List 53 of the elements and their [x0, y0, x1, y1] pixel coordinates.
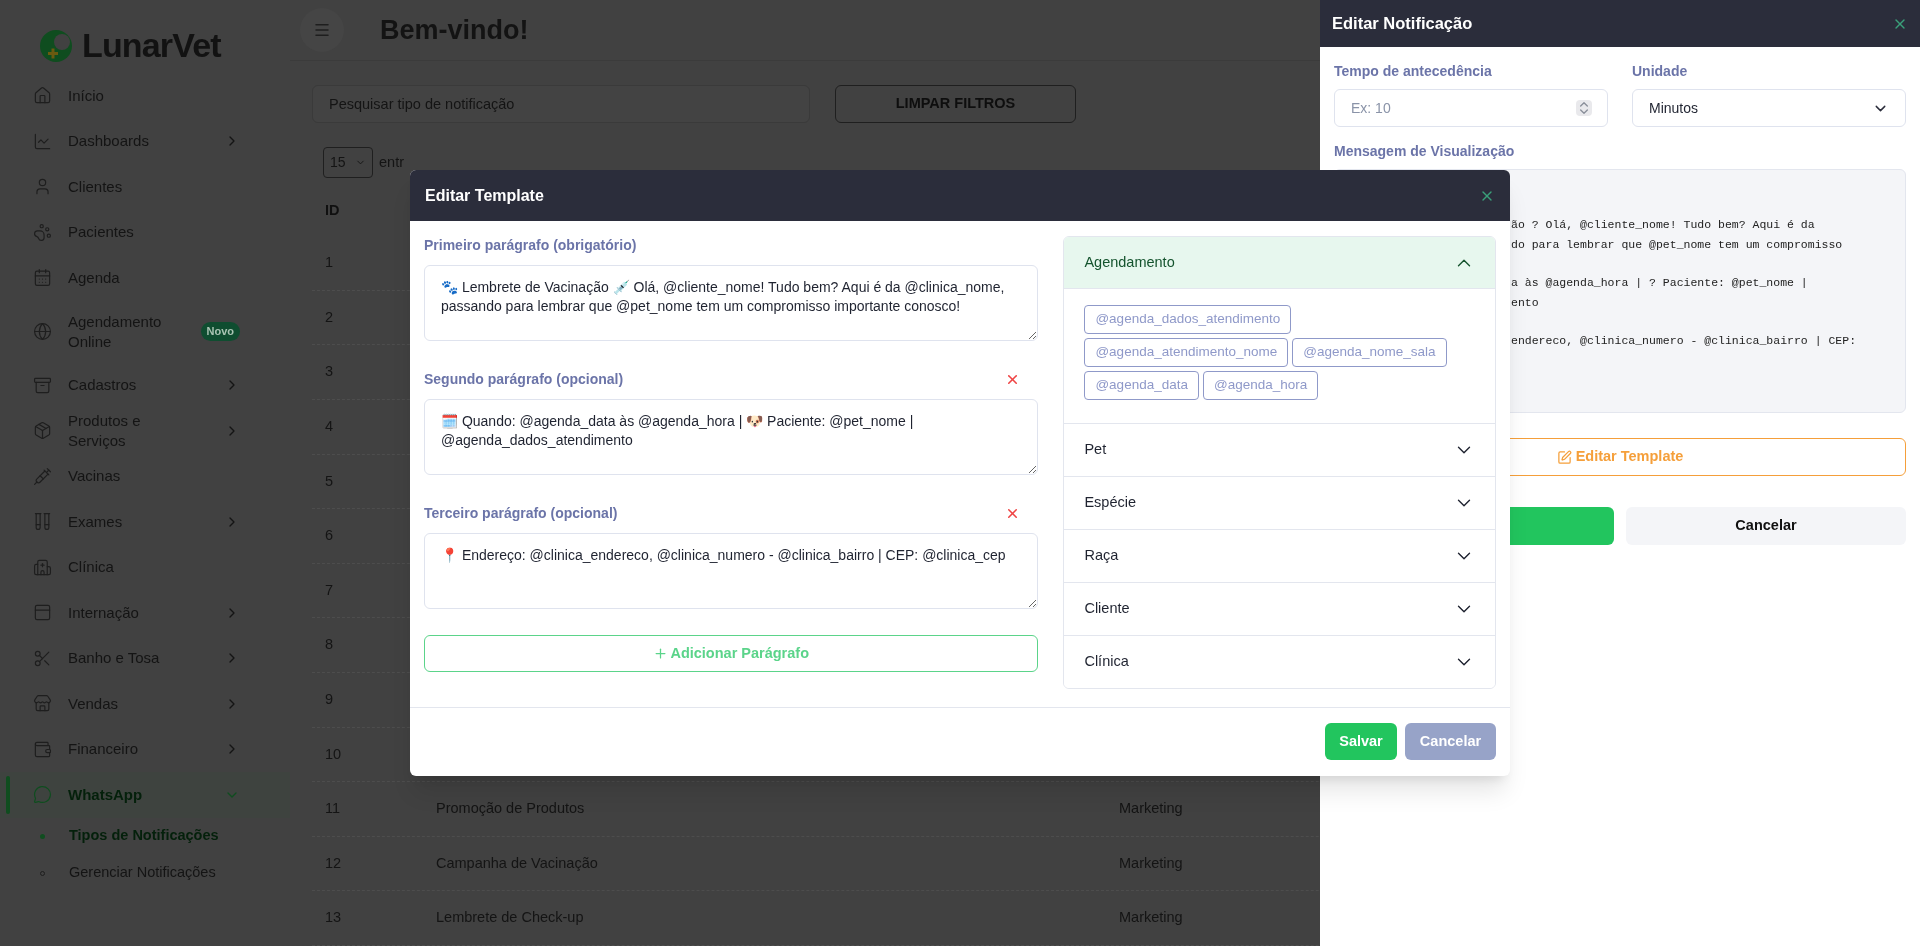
field-label: Unidade: [1632, 62, 1689, 81]
unit-select[interactable]: Minutos: [1632, 89, 1906, 127]
paragraph-textarea[interactable]: 🐾 Lembrete de Vacinação 💉 Olá, @cliente_nome! Tudo bem? Aqui é da @clinica_nome, passando para lembrar que @pet_nome tem um compromisso importante conosco!: [424, 265, 1039, 341]
window-icon: [33, 603, 52, 623]
preview-text: endereco, @clinica_numero - @clinica_bairro | CEP:: [1511, 333, 1858, 349]
cancel-button[interactable]: Cancelar: [1405, 723, 1496, 760]
paragraph-label: Primeiro parágrafo (obrigatório): [424, 235, 637, 255]
paragraph-label: Terceiro parágrafo (opcional): [424, 503, 618, 523]
globe-icon: [33, 322, 52, 341]
logo-icon: [38, 27, 74, 64]
field-label: Tempo de antecedência: [1334, 62, 1493, 81]
archive-box-icon: [33, 375, 52, 395]
panel-title: Editar Notificação: [1332, 13, 1473, 35]
new-badge: Novo: [200, 322, 240, 341]
paragraph-label: Segundo parágrafo (opcional): [424, 369, 624, 389]
hospital-icon: [33, 557, 52, 577]
chat-bubble-icon: [33, 785, 52, 805]
stepper-icon[interactable]: [1576, 100, 1592, 116]
save-button[interactable]: Salvar: [1325, 723, 1397, 760]
field-label: Mensagem de Visualização: [1334, 142, 1516, 161]
wallet-icon: [33, 739, 52, 759]
variable-tag[interactable]: @agenda_atendimento_nome: [1084, 338, 1289, 367]
bullet-icon: [40, 833, 45, 839]
number-field[interactable]: Ex: 10: [1334, 89, 1608, 127]
plus-icon: [653, 646, 669, 661]
variable-tag[interactable]: @agenda_dados_atendimento: [1084, 305, 1292, 334]
cancel-button[interactable]: Cancelar: [1626, 507, 1906, 545]
package-icon: [33, 421, 52, 441]
preview-text: ão ? Olá, @cliente_nome! Tudo bem? Aqui é da: [1511, 217, 1816, 233]
accordion-header[interactable]: Agendamento: [1064, 237, 1495, 289]
dialog-title: Editar Template: [425, 185, 544, 206]
person-icon: [33, 177, 52, 197]
sidebar-label: WhatsApp: [68, 784, 144, 805]
store-icon: [33, 694, 52, 714]
add-paragraph-button[interactable]: Adicionar Parágrafo: [424, 635, 1039, 672]
test-tubes-icon: [33, 512, 52, 532]
house-icon: [33, 86, 52, 106]
variable-tag[interactable]: @agenda_nome_sala: [1292, 338, 1447, 367]
calendar-icon: [33, 268, 52, 288]
paragraph-textarea[interactable]: 📍 Endereço: @clinica_endereco, @clinica_numero - @clinica_bairro | CEP: @clinica_cep: [424, 533, 1039, 609]
scissors-icon: [33, 648, 52, 668]
variable-tag[interactable]: @agenda_data: [1084, 371, 1199, 400]
paragraph-textarea[interactable]: 🗓 Quando: @agenda_data às @agenda_hora | 🐶 Paciente: @pet_nome | @agenda_dados_atendimento: [424, 399, 1039, 475]
preview-text: a às @agenda_hora | ? Paciente: @pet_nome |: [1511, 275, 1809, 291]
preview-text: ento: [1511, 294, 1540, 311]
submenu-item[interactable]: Tipos de Notificações: [0, 817, 290, 855]
submenu-label: Tipos de Notificações: [69, 826, 219, 846]
chart-icon: [33, 131, 52, 151]
edit-icon: [1556, 449, 1572, 465]
preview-text: do para lembrar que @pet_nome tem um compromisso: [1511, 236, 1844, 253]
variable-tag[interactable]: @agenda_hora: [1202, 371, 1319, 400]
paw-icon: [33, 222, 52, 242]
syringe-icon: [33, 466, 52, 486]
